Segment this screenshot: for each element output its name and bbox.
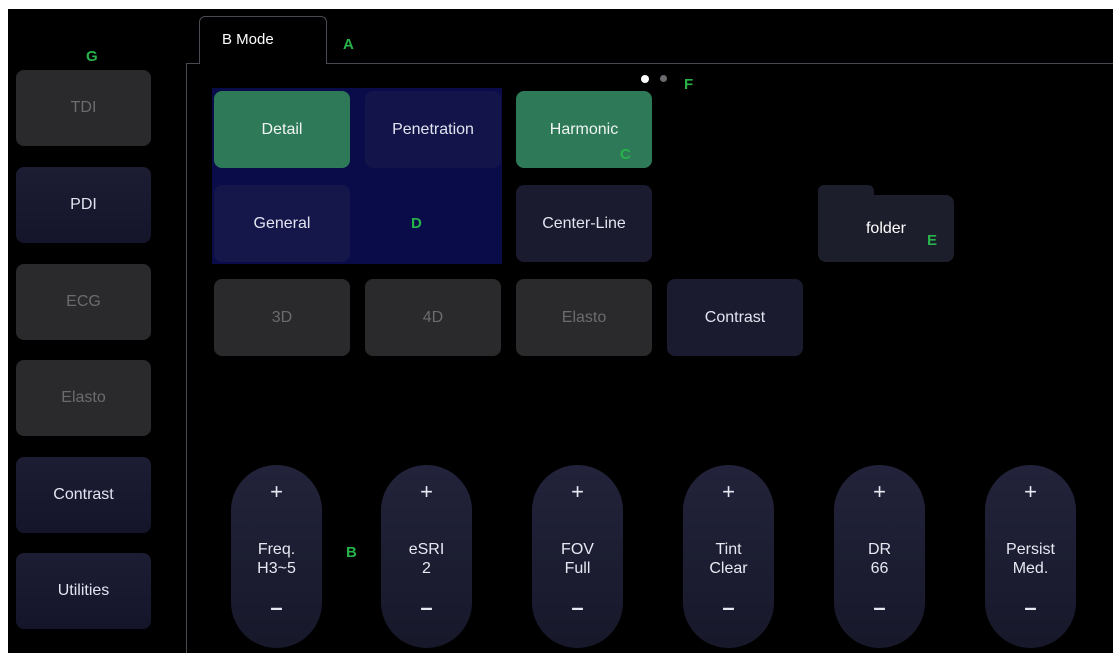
button-label: Harmonic	[549, 120, 619, 138]
button-label: Penetration	[392, 120, 474, 138]
increase-button[interactable]: +	[834, 479, 925, 505]
folder-button[interactable]: folder	[818, 195, 954, 262]
sidebar-item-elasto[interactable]: Elasto	[16, 360, 151, 436]
sidebar-item-label: Utilities	[57, 582, 110, 599]
knob-value: 66	[870, 560, 889, 577]
sidebar-item-label: ECG	[66, 293, 101, 310]
button-label: General	[253, 214, 311, 232]
sidebar-item-tdi[interactable]: TDI	[16, 70, 151, 146]
button-label: 4D	[422, 308, 444, 326]
knob-name: Persist	[1006, 541, 1055, 558]
decrease-button[interactable]: –	[532, 595, 623, 621]
knob-name: eSRI	[408, 541, 445, 558]
3d-button[interactable]: 3D	[214, 279, 350, 356]
sidebar-item-label: Elasto	[61, 389, 106, 406]
tint-knob[interactable]: + Tint Clear –	[683, 465, 774, 648]
general-button[interactable]: General	[214, 185, 350, 262]
tab-gap	[200, 62, 326, 65]
increase-button[interactable]: +	[683, 479, 774, 505]
button-label: Detail	[261, 120, 303, 138]
page-dot-active[interactable]	[641, 75, 649, 83]
4d-button[interactable]: 4D	[365, 279, 501, 356]
button-label: Contrast	[704, 308, 766, 326]
knob-value: H3~5	[257, 560, 296, 577]
knob-value: Clear	[709, 560, 748, 577]
decrease-button[interactable]: –	[381, 595, 472, 621]
callout-c: C	[620, 146, 631, 163]
sidebar-item-ecg[interactable]: ECG	[16, 264, 151, 340]
button-label: Center-Line	[542, 214, 626, 232]
persist-knob[interactable]: + Persist Med. –	[985, 465, 1076, 648]
harmonic-button[interactable]: Harmonic	[516, 91, 652, 168]
center-line-button[interactable]: Center-Line	[516, 185, 652, 262]
increase-button[interactable]: +	[985, 479, 1076, 505]
knob-name: Tint	[715, 541, 742, 558]
sidebar-item-utilities[interactable]: Utilities	[16, 553, 151, 629]
knob-value: 2	[422, 560, 431, 577]
freq-knob[interactable]: + Freq. H3~5 –	[231, 465, 322, 648]
sidebar-item-pdi[interactable]: PDI	[16, 167, 151, 243]
sidebar-item-contrast[interactable]: Contrast	[16, 457, 151, 533]
decrease-button[interactable]: –	[683, 595, 774, 621]
folder-label: folder	[865, 219, 907, 237]
contrast-button[interactable]: Contrast	[667, 279, 803, 356]
callout-g: G	[86, 48, 98, 65]
button-label: 3D	[271, 308, 293, 326]
sidebar-item-label: TDI	[70, 99, 97, 116]
knob-name: Freq.	[257, 541, 296, 558]
detail-button[interactable]: Detail	[214, 91, 350, 168]
increase-button[interactable]: +	[532, 479, 623, 505]
panel-divider-vertical	[186, 63, 187, 653]
knob-value: Full	[564, 560, 591, 577]
tab-label: B Mode	[222, 31, 274, 48]
decrease-button[interactable]: –	[834, 595, 925, 621]
sidebar-item-label: Contrast	[53, 486, 114, 503]
button-label: Elasto	[561, 308, 607, 326]
fov-knob[interactable]: + FOV Full –	[532, 465, 623, 648]
decrease-button[interactable]: –	[231, 595, 322, 621]
dr-knob[interactable]: + DR 66 –	[834, 465, 925, 648]
increase-button[interactable]: +	[381, 479, 472, 505]
knob-name: FOV	[561, 541, 594, 558]
callout-e: E	[927, 232, 938, 249]
callout-b: B	[346, 544, 357, 561]
sidebar-item-label: PDI	[70, 196, 97, 213]
decrease-button[interactable]: –	[985, 595, 1076, 621]
tab-b-mode[interactable]: B Mode	[199, 16, 327, 64]
page-dot-inactive[interactable]	[660, 75, 667, 82]
increase-button[interactable]: +	[231, 479, 322, 505]
elasto-button[interactable]: Elasto	[516, 279, 652, 356]
callout-d: D	[411, 215, 422, 232]
callout-f: F	[684, 76, 694, 93]
knob-value: Med.	[1012, 560, 1049, 577]
esri-knob[interactable]: + eSRI 2 –	[381, 465, 472, 648]
callout-a: A	[343, 36, 354, 53]
knob-name: DR	[867, 541, 892, 558]
penetration-button[interactable]: Penetration	[365, 91, 501, 168]
